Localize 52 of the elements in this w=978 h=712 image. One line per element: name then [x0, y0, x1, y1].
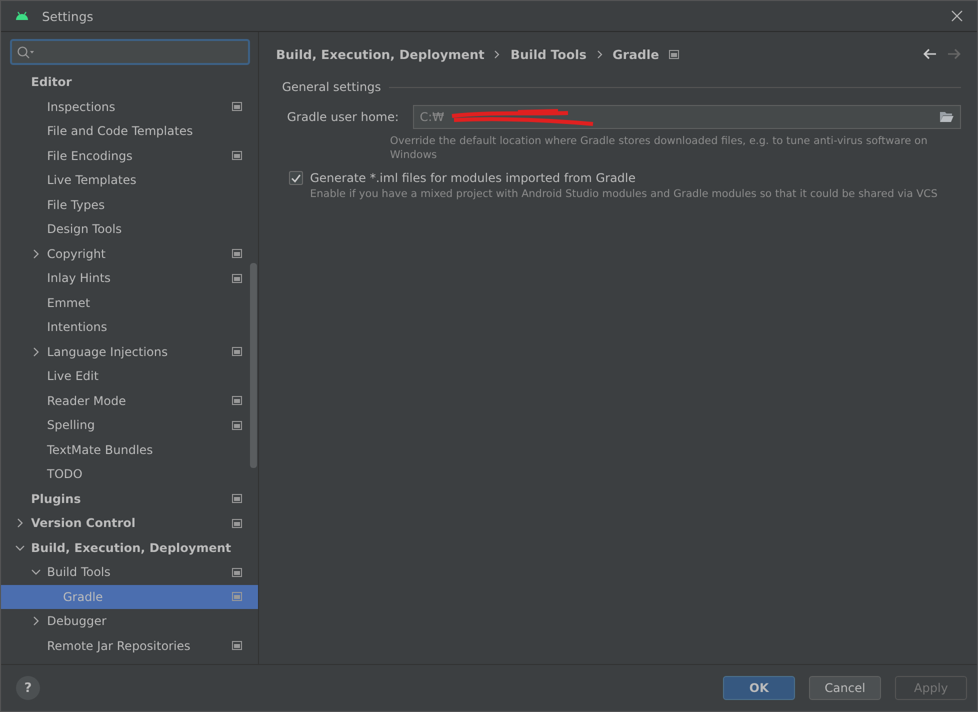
scrollbar[interactable]: [250, 263, 257, 468]
tree-item[interactable]: Inspections: [1, 94, 258, 119]
tree-item[interactable]: Intentions: [1, 315, 258, 340]
chevron-right-icon[interactable]: [15, 518, 25, 528]
breadcrumb-item[interactable]: Build Tools: [510, 46, 587, 62]
checkbox-hint: Enable if you have a mixed project with Android Studio modules and Gradle modules so that it could be shared via VCS: [310, 188, 939, 200]
tree-item[interactable]: TextMate Bundles: [1, 438, 258, 462]
tree-item[interactable]: Copyright: [1, 242, 258, 266]
help-button[interactable]: ?: [16, 676, 40, 700]
tree-item[interactable]: Remote Jar Repositories: [1, 634, 258, 658]
tree-item[interactable]: Version Control: [1, 511, 258, 536]
back-arrow-icon[interactable]: [923, 48, 937, 60]
tree-item[interactable]: Build Tools: [1, 560, 258, 584]
tree-item[interactable]: Debugger: [1, 609, 258, 634]
tree-item[interactable]: File and Code Templates: [1, 119, 258, 144]
tree-item[interactable]: Spelling: [1, 413, 258, 438]
tree-item[interactable]: Plugins: [1, 486, 258, 511]
tree-item[interactable]: Reader Mode: [1, 388, 258, 413]
chevron-down-icon[interactable]: [31, 568, 41, 576]
tree-item[interactable]: Editor: [1, 70, 258, 94]
search-field[interactable]: [10, 39, 250, 65]
chevron-down-icon[interactable]: [15, 544, 25, 552]
tree-item[interactable]: File Encodings: [1, 144, 258, 168]
window-title: Settings: [42, 8, 94, 24]
project-icon: [669, 50, 680, 58]
breadcrumb-item[interactable]: Gradle: [612, 46, 660, 62]
close-icon[interactable]: [951, 10, 963, 22]
dialog-button[interactable]: Cancel: [809, 676, 881, 700]
tree-item[interactable]: TODO: [1, 462, 258, 486]
tree-item[interactable]: Live Edit: [1, 364, 258, 388]
tree-item[interactable]: File Types: [1, 192, 258, 217]
tree-item[interactable]: Language Injections: [1, 340, 258, 364]
chevron-right-icon: [494, 50, 500, 58]
tree-item[interactable]: Build, Execution, Deployment: [1, 536, 258, 560]
chevron-right-icon[interactable]: [31, 346, 41, 357]
chevron-right-icon[interactable]: [31, 616, 41, 626]
field-label: Gradle user home:: [287, 110, 399, 124]
checkbox[interactable]: [289, 171, 303, 185]
chevron-right-icon[interactable]: [31, 248, 41, 259]
field-hint: Override the default location where Gradle stores downloaded files, e.g. to tune anti-virus software on Windows: [390, 134, 928, 162]
android-icon: [15, 11, 29, 21]
tree-item[interactable]: Live Templates: [1, 168, 258, 192]
tree-item[interactable]: Inlay Hints: [1, 266, 258, 290]
search-icon: [17, 46, 34, 58]
chevron-right-icon: [596, 50, 603, 58]
tree-item[interactable]: Design Tools: [1, 217, 258, 242]
checkbox-label[interactable]: Generate *.iml files for modules imported from Gradle: [310, 171, 636, 185]
breadcrumb-item[interactable]: Build, Execution, Deployment: [276, 46, 484, 62]
section-title: General settings: [282, 80, 381, 94]
tree-item[interactable]: Emmet: [1, 290, 258, 315]
folder-icon[interactable]: [939, 111, 954, 123]
dialog-button[interactable]: OK: [723, 676, 795, 700]
